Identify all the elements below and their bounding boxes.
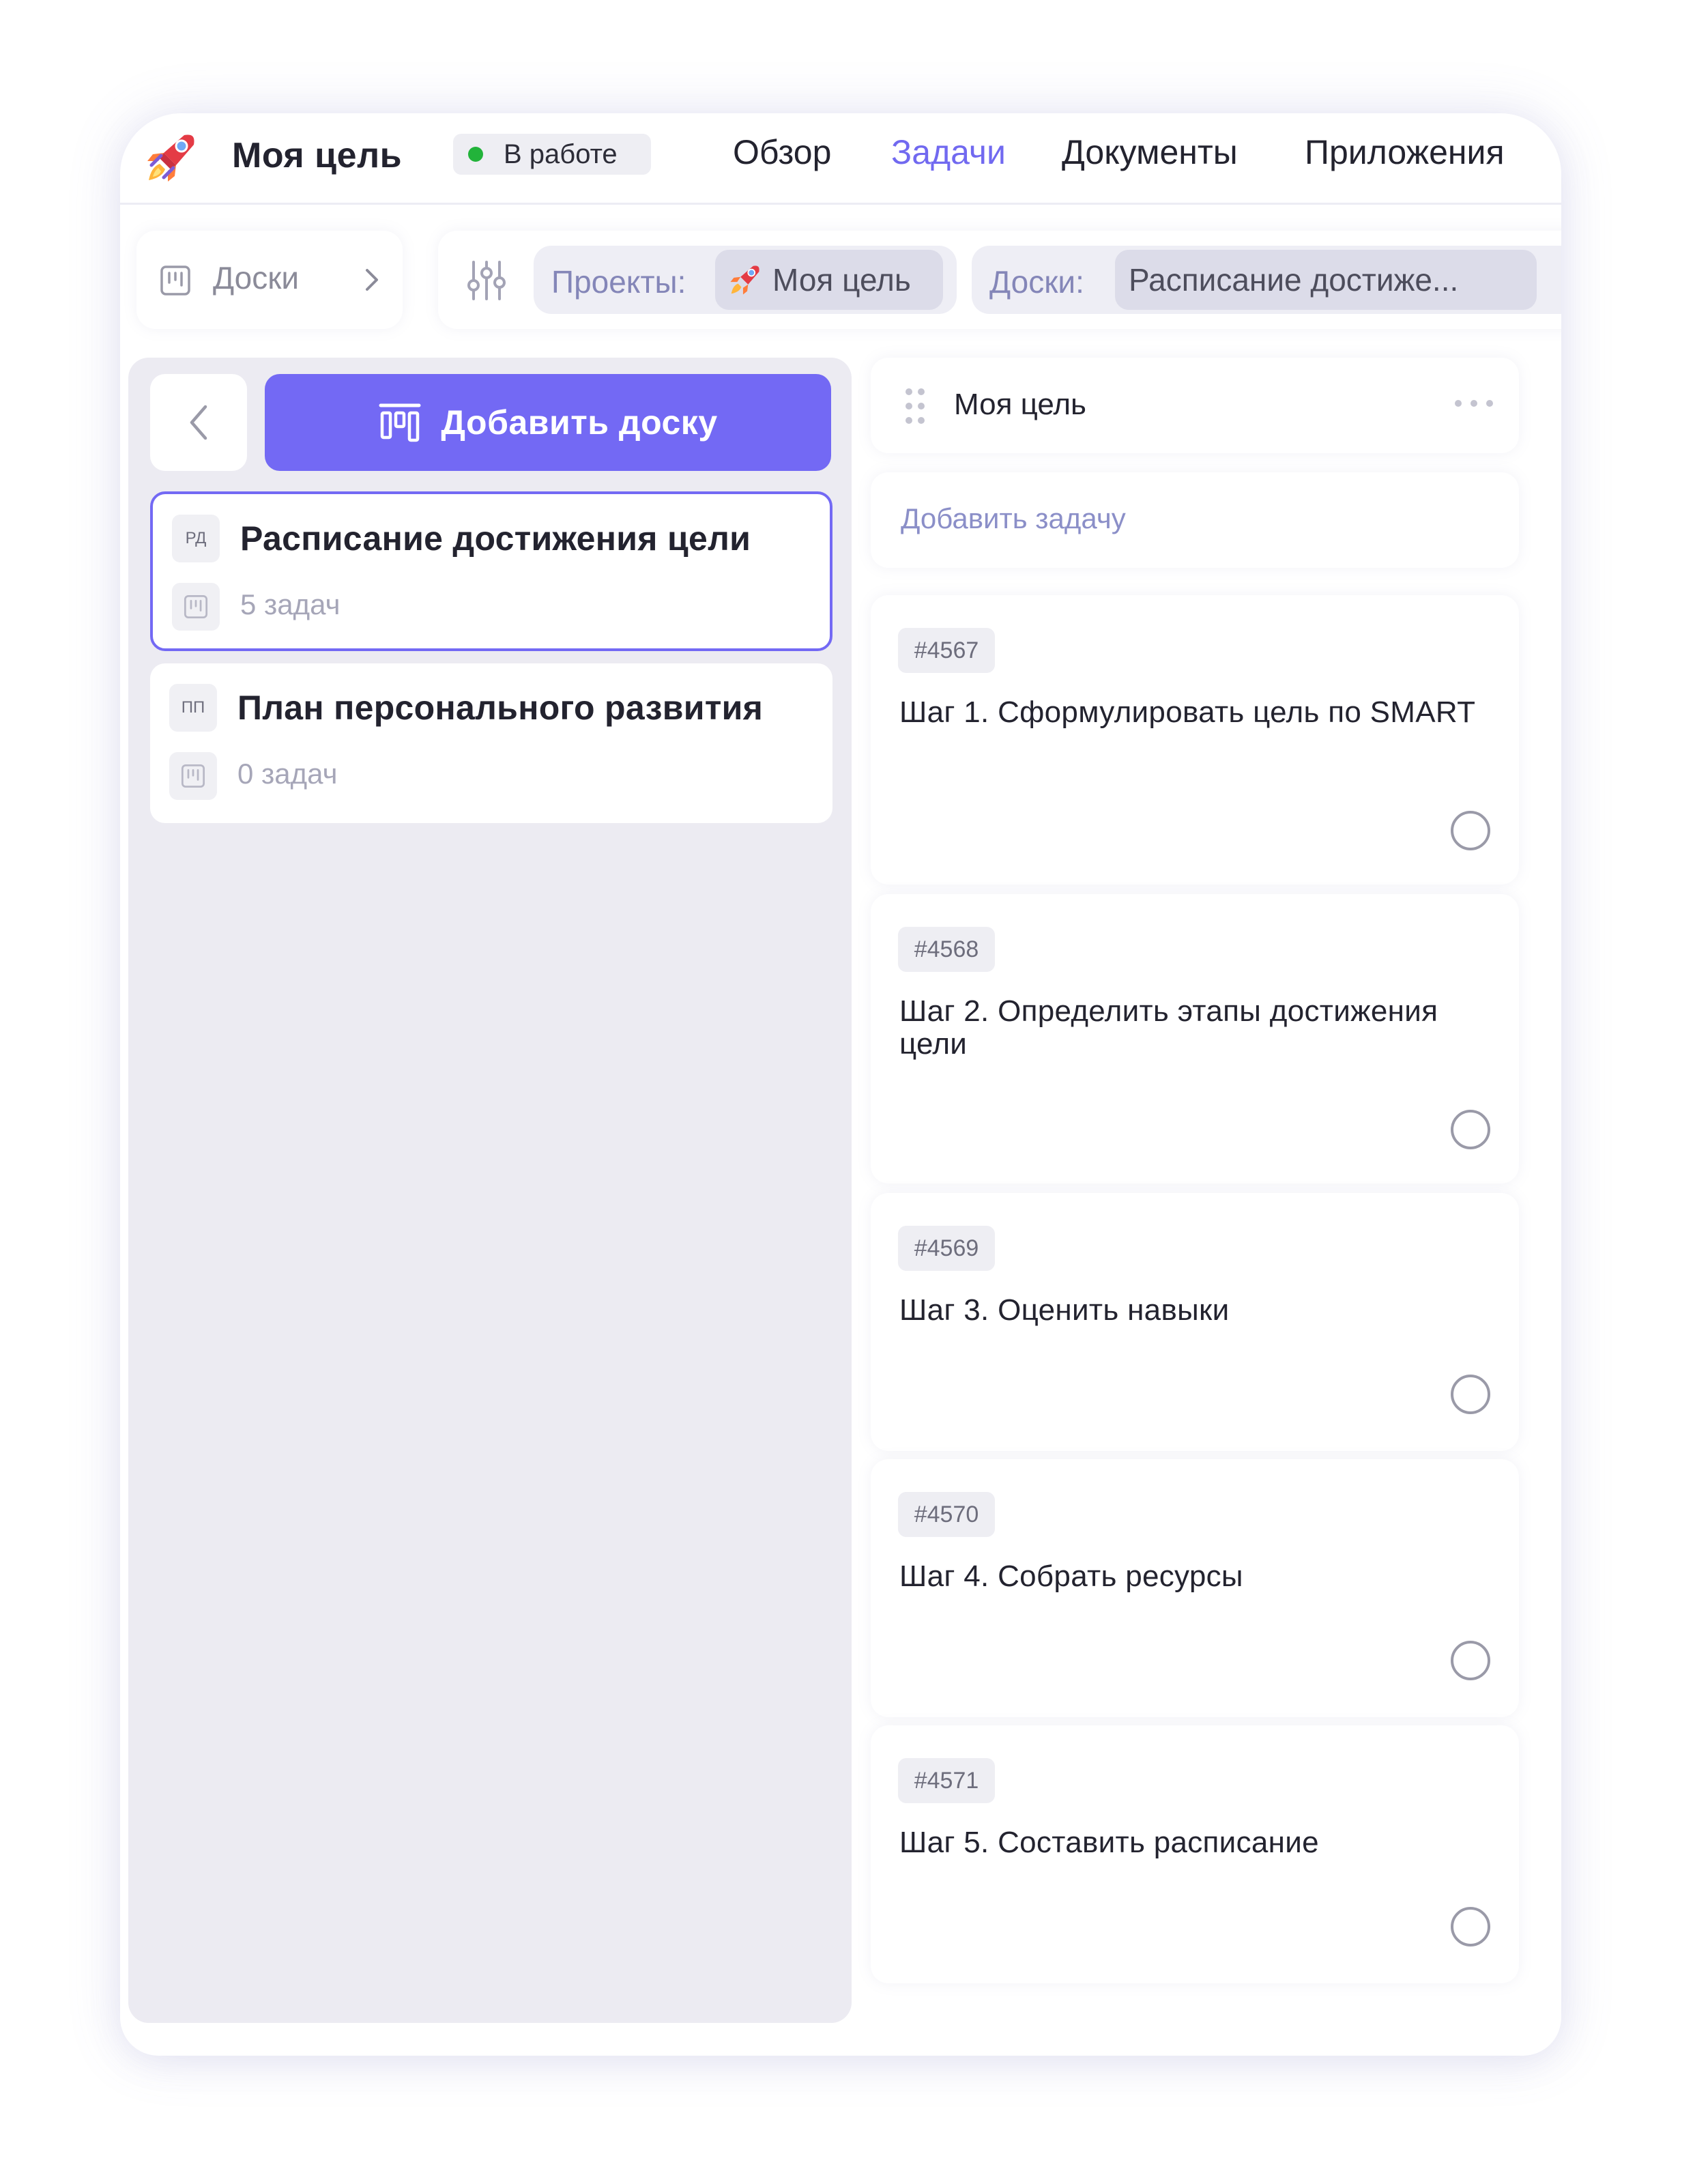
breadcrumb[interactable]: Доски (136, 231, 403, 329)
board-icon (160, 265, 190, 296)
board-abbr: ПП (169, 684, 217, 732)
chevron-left-icon (190, 405, 207, 440)
column-title: Моя цель (954, 388, 1086, 421)
task-title: Шаг 3. Оценить навыки (899, 1293, 1230, 1327)
filter-icon[interactable] (464, 258, 509, 303)
task-id: #4570 (898, 1492, 995, 1537)
board-icon (172, 583, 220, 631)
task-card[interactable]: #4569 Шаг 3. Оценить навыки (871, 1193, 1519, 1451)
projects-filter[interactable]: Проекты: Моя цель (534, 246, 957, 314)
projects-filter-label: Проекты: (551, 264, 686, 300)
status-dot (468, 147, 483, 162)
board-name: План персонального развития (237, 689, 764, 727)
task-title: Шаг 1. Сформулировать цель по SMART (899, 695, 1476, 729)
board-abbr: РД (172, 515, 220, 562)
app-window: Моя цель В работе Обзор Задачи Документы… (120, 113, 1561, 2056)
task-title: Шаг 5. Составить расписание (899, 1826, 1319, 1859)
back-button[interactable] (150, 374, 247, 471)
filter-bar: Проекты: Моя цель Доски: Расписание дост… (438, 231, 1561, 329)
rocket-icon (147, 134, 194, 182)
page-title: Моя цель (232, 136, 403, 175)
task-title: Шаг 4. Собрать ресурсы (899, 1560, 1243, 1593)
board-card[interactable]: РД Расписание достижения цели 5 задач (150, 491, 832, 651)
checkbox-circle-icon[interactable] (1451, 1375, 1490, 1414)
projects-filter-value: Моя цель (772, 262, 911, 298)
checkbox-circle-icon[interactable] (1451, 1641, 1490, 1680)
tab-tasks[interactable]: Задачи (891, 132, 1006, 180)
add-task-input[interactable]: Добавить задачу (871, 472, 1519, 568)
board-name: Расписание достижения цели (240, 519, 751, 558)
top-header: Моя цель В работе Обзор Задачи Документы… (120, 113, 1561, 205)
more-icon[interactable] (1453, 399, 1494, 408)
task-card[interactable]: #4571 Шаг 5. Составить расписание (871, 1725, 1519, 1983)
column-header: Моя цель (871, 358, 1519, 453)
task-card[interactable]: #4570 Шаг 4. Собрать ресурсы (871, 1459, 1519, 1717)
board-task-count: 0 задач (237, 758, 338, 790)
add-task-placeholder: Добавить задачу (901, 502, 1126, 534)
status-badge[interactable]: В работе (453, 134, 651, 175)
checkbox-circle-icon[interactable] (1451, 1110, 1490, 1149)
task-id: #4571 (898, 1758, 995, 1803)
task-id: #4569 (898, 1226, 995, 1271)
board-icon (169, 752, 217, 800)
boards-filter-label: Доски: (989, 264, 1084, 300)
boards-filter[interactable]: Доски: Расписание достиже... (972, 246, 1561, 314)
breadcrumb-label: Доски (213, 260, 300, 296)
tab-overview[interactable]: Обзор (733, 132, 831, 180)
task-title: Шаг 2. Определить этапы достижения цели (899, 994, 1438, 1061)
tab-apps[interactable]: Приложения (1305, 132, 1505, 180)
chevron-right-icon (366, 269, 378, 291)
add-board-button[interactable]: Добавить доску (265, 374, 831, 471)
add-board-label: Добавить доску (441, 403, 718, 442)
add-board-icon (379, 403, 421, 442)
projects-filter-chip[interactable]: Моя цель (715, 250, 943, 310)
task-card[interactable]: #4568 Шаг 2. Определить этапы достижения… (871, 894, 1519, 1183)
checkbox-circle-icon[interactable] (1451, 1907, 1490, 1946)
tab-documents[interactable]: Документы (1062, 132, 1238, 180)
task-id: #4568 (898, 927, 995, 972)
board-card[interactable]: ПП План персонального развития 0 задач (150, 663, 832, 823)
task-id: #4567 (898, 628, 995, 673)
task-card[interactable]: #4567 Шаг 1. Сформулировать цель по SMAR… (871, 595, 1519, 885)
board-task-count: 5 задач (240, 588, 341, 620)
boards-panel: Добавить доску РД Расписание достижения … (128, 358, 852, 2023)
checkbox-circle-icon[interactable] (1451, 811, 1490, 850)
drag-handle-icon[interactable] (903, 386, 927, 426)
boards-filter-chip[interactable]: Расписание достиже... (1115, 250, 1537, 310)
rocket-icon (730, 265, 759, 295)
status-label: В работе (504, 139, 618, 169)
